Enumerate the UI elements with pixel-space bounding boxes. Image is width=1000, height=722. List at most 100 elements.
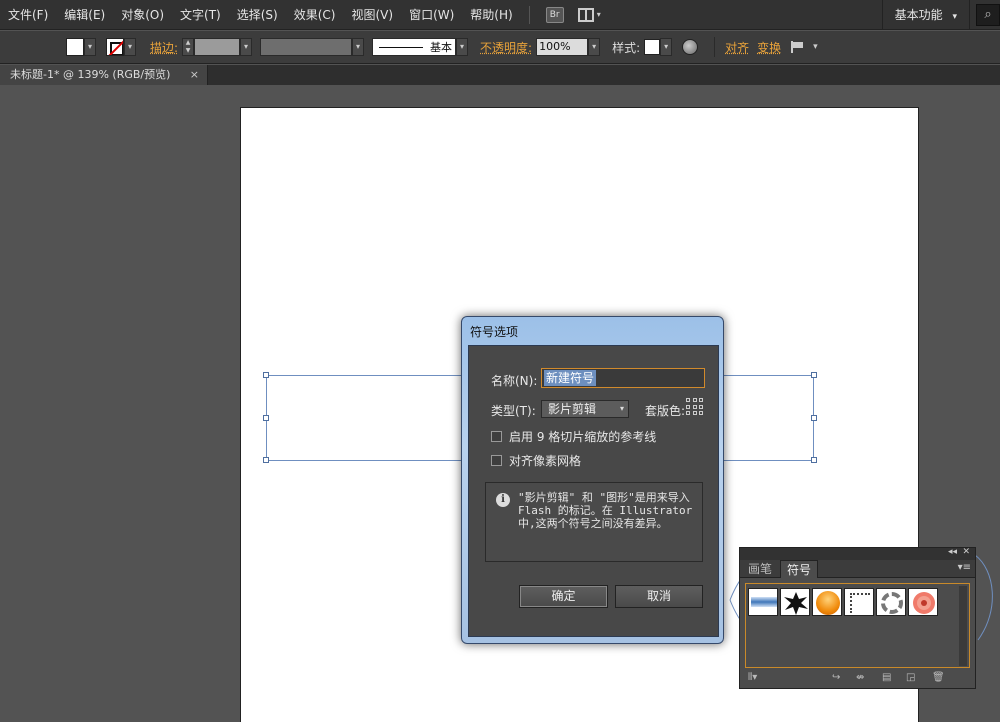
menu-edit[interactable]: 编辑(E) <box>56 0 113 30</box>
break-link-icon[interactable]: ⇎ <box>856 672 864 683</box>
brush-dropdown-icon[interactable]: ▾ <box>456 38 469 56</box>
symbol-thumb-orange-button[interactable] <box>812 588 842 616</box>
opacity-dropdown-icon[interactable]: ▾ <box>588 38 601 56</box>
delete-symbol-icon[interactable]: 🗑 <box>932 672 945 683</box>
stroke-weight-stepper[interactable]: ▲ ▼ <box>182 38 195 56</box>
bridge-button[interactable]: Br <box>545 6 564 23</box>
transform-link[interactable]: 变换 <box>757 39 781 56</box>
nine-slice-label: 启用 9 格切片缩放的参考线 <box>509 430 657 444</box>
info-icon: i <box>496 493 510 507</box>
selection-handle[interactable] <box>263 457 269 463</box>
panel-footer: ⫴▾ ↪ ⇎ ▤ ◲ 🗑 <box>740 670 975 688</box>
panel-header[interactable]: ◂◂ ✕ <box>740 547 975 560</box>
menu-bar: 文件(F) 编辑(E) 对象(O) 文字(T) 选择(S) 效果(C) 视图(V… <box>0 0 1000 30</box>
registration-label: 套版色: <box>645 404 686 418</box>
workspace-switcher[interactable]: 基本功能 ▾ <box>881 0 970 30</box>
menu-help[interactable]: 帮助(H) <box>462 0 520 30</box>
selection-handle[interactable] <box>263 372 269 378</box>
pixel-grid-checkbox[interactable] <box>491 455 502 466</box>
stroke-line-preview <box>379 47 424 48</box>
chevron-down-icon: ▾ <box>619 404 624 413</box>
menu-separator <box>528 5 530 24</box>
fill-swatch[interactable] <box>66 38 84 56</box>
stroke-weight-field[interactable] <box>194 38 241 56</box>
menu-object[interactable]: 对象(O) <box>113 0 172 30</box>
fill-dropdown-icon[interactable]: ▾ <box>84 38 96 56</box>
symbol-type-value: 影片剪辑 <box>548 402 597 416</box>
control-bar: ▾ ▾ 描边: ▲ ▼ ▾ ▾ 基本 ▾ 不透明度: 100% ▾ 样式: ▾ 对… <box>0 31 1000 64</box>
variable-width-profile[interactable] <box>260 38 353 56</box>
stroke-dropdown-icon[interactable]: ▾ <box>124 38 136 56</box>
symbols-panel: ◂◂ ✕ 画笔 符号 ▾≡ ⫴▾ ↪ ⇎ ▤ ◲ 🗑 <box>739 547 976 689</box>
search-icon[interactable]: ⌕ <box>976 4 1000 26</box>
opacity-input[interactable]: 100% <box>536 38 589 56</box>
selection-handle[interactable] <box>263 415 269 421</box>
chevron-down-icon: ▾ <box>596 10 601 19</box>
tab-symbols[interactable]: 符号 <box>780 560 819 578</box>
symbol-options-dialog: 符号选项 名称(N): 新建符号 类型(T): 影片剪辑 ▾ 套版色: 启用 9… <box>461 316 724 644</box>
cancel-button[interactable]: 取消 <box>615 585 703 608</box>
symbol-thumb-blue-bar[interactable] <box>748 588 778 616</box>
menu-select[interactable]: 选择(S) <box>229 0 286 30</box>
style-swatch[interactable] <box>644 39 661 55</box>
selection-handle[interactable] <box>811 415 817 421</box>
menu-file[interactable]: 文件(F) <box>0 0 56 30</box>
menu-window[interactable]: 窗口(W) <box>401 0 462 30</box>
symbol-name-value: 新建符号 <box>544 370 597 386</box>
symbol-libraries-menu-icon[interactable]: ⫴▾ <box>748 672 757 683</box>
arrange-documents-button[interactable]: ▾ <box>577 7 608 23</box>
menu-view[interactable]: 视图(V) <box>343 0 401 30</box>
symbol-thumb-chain-ring[interactable] <box>876 588 906 616</box>
pixel-grid-label: 对齐像素网格 <box>509 454 582 468</box>
symbol-type-select[interactable]: 影片剪辑 ▾ <box>541 400 629 418</box>
ok-button[interactable]: 确定 <box>519 585 608 608</box>
document-tab-title: 未标题-1* @ 139% (RGB/预览) <box>10 68 171 81</box>
variable-width-dropdown-icon[interactable]: ▾ <box>352 38 365 56</box>
symbol-thumb-red-flower[interactable] <box>908 588 938 616</box>
symbol-name-input[interactable]: 新建符号 <box>541 368 705 388</box>
panel-menu-icon[interactable]: ▾≡ <box>958 562 971 573</box>
collapse-icon[interactable]: ◂◂ <box>948 547 957 557</box>
dialog-body: 名称(N): 新建符号 类型(T): 影片剪辑 ▾ 套版色: 启用 9 格切片缩… <box>468 345 719 637</box>
registration-grid[interactable] <box>686 398 704 416</box>
control-separator <box>714 37 716 57</box>
new-symbol-icon[interactable]: ◲ <box>906 672 915 683</box>
stroke-weight-dropdown-icon[interactable]: ▾ <box>240 38 253 56</box>
brush-definition[interactable]: 基本 <box>372 38 457 56</box>
type-label: 类型(T): <box>491 404 536 418</box>
opacity-link[interactable]: 不透明度: <box>480 39 532 56</box>
info-box: i "影片剪辑" 和 "图形"是用来导入 Flash 的标记。在 Illustr… <box>485 482 703 562</box>
dialog-title: 符号选项 <box>470 325 519 339</box>
style-label: 样式: <box>612 40 641 55</box>
stroke-swatch[interactable] <box>106 38 124 56</box>
menu-effect[interactable]: 效果(C) <box>286 0 344 30</box>
info-text: "影片剪辑" 和 "图形"是用来导入 Flash 的标记。在 Illustrat… <box>518 491 693 530</box>
document-tab-bar: 未标题-1* @ 139% (RGB/预览) × <box>0 65 1000 85</box>
place-symbol-icon[interactable]: ↪ <box>832 672 840 683</box>
selection-handle[interactable] <box>811 372 817 378</box>
arrange-grid-icon <box>577 7 594 22</box>
style-dropdown-icon[interactable]: ▾ <box>660 38 673 56</box>
symbol-thumb-ink-splat[interactable] <box>780 588 810 616</box>
symbol-thumb-dotted-corner[interactable] <box>844 588 874 616</box>
align-link[interactable]: 对齐 <box>725 39 749 56</box>
chevron-down-icon: ▾ <box>952 12 957 22</box>
close-icon[interactable]: × <box>190 65 199 85</box>
symbol-options-icon[interactable]: ▤ <box>882 672 891 683</box>
close-icon[interactable]: ✕ <box>962 547 970 557</box>
menu-type[interactable]: 文字(T) <box>172 0 229 30</box>
flag-icon[interactable] <box>791 41 807 53</box>
name-label: 名称(N): <box>491 374 538 388</box>
selection-handle[interactable] <box>811 457 817 463</box>
tab-brushes[interactable]: 画笔 <box>742 560 778 578</box>
nine-slice-checkbox[interactable] <box>491 431 502 442</box>
recolor-artwork-icon[interactable] <box>682 39 699 55</box>
workspace-label: 基本功能 <box>894 8 943 22</box>
panel-tabs: 画笔 符号 ▾≡ <box>740 560 975 578</box>
document-tab[interactable]: 未标题-1* @ 139% (RGB/预览) × <box>0 65 208 85</box>
panel-scrollbar[interactable] <box>959 586 967 666</box>
symbols-library <box>745 583 970 668</box>
stroke-link[interactable]: 描边: <box>150 39 178 56</box>
chevron-down-icon[interactable]: ▾ <box>813 42 818 52</box>
brush-definition-label: 基本 <box>430 41 453 54</box>
